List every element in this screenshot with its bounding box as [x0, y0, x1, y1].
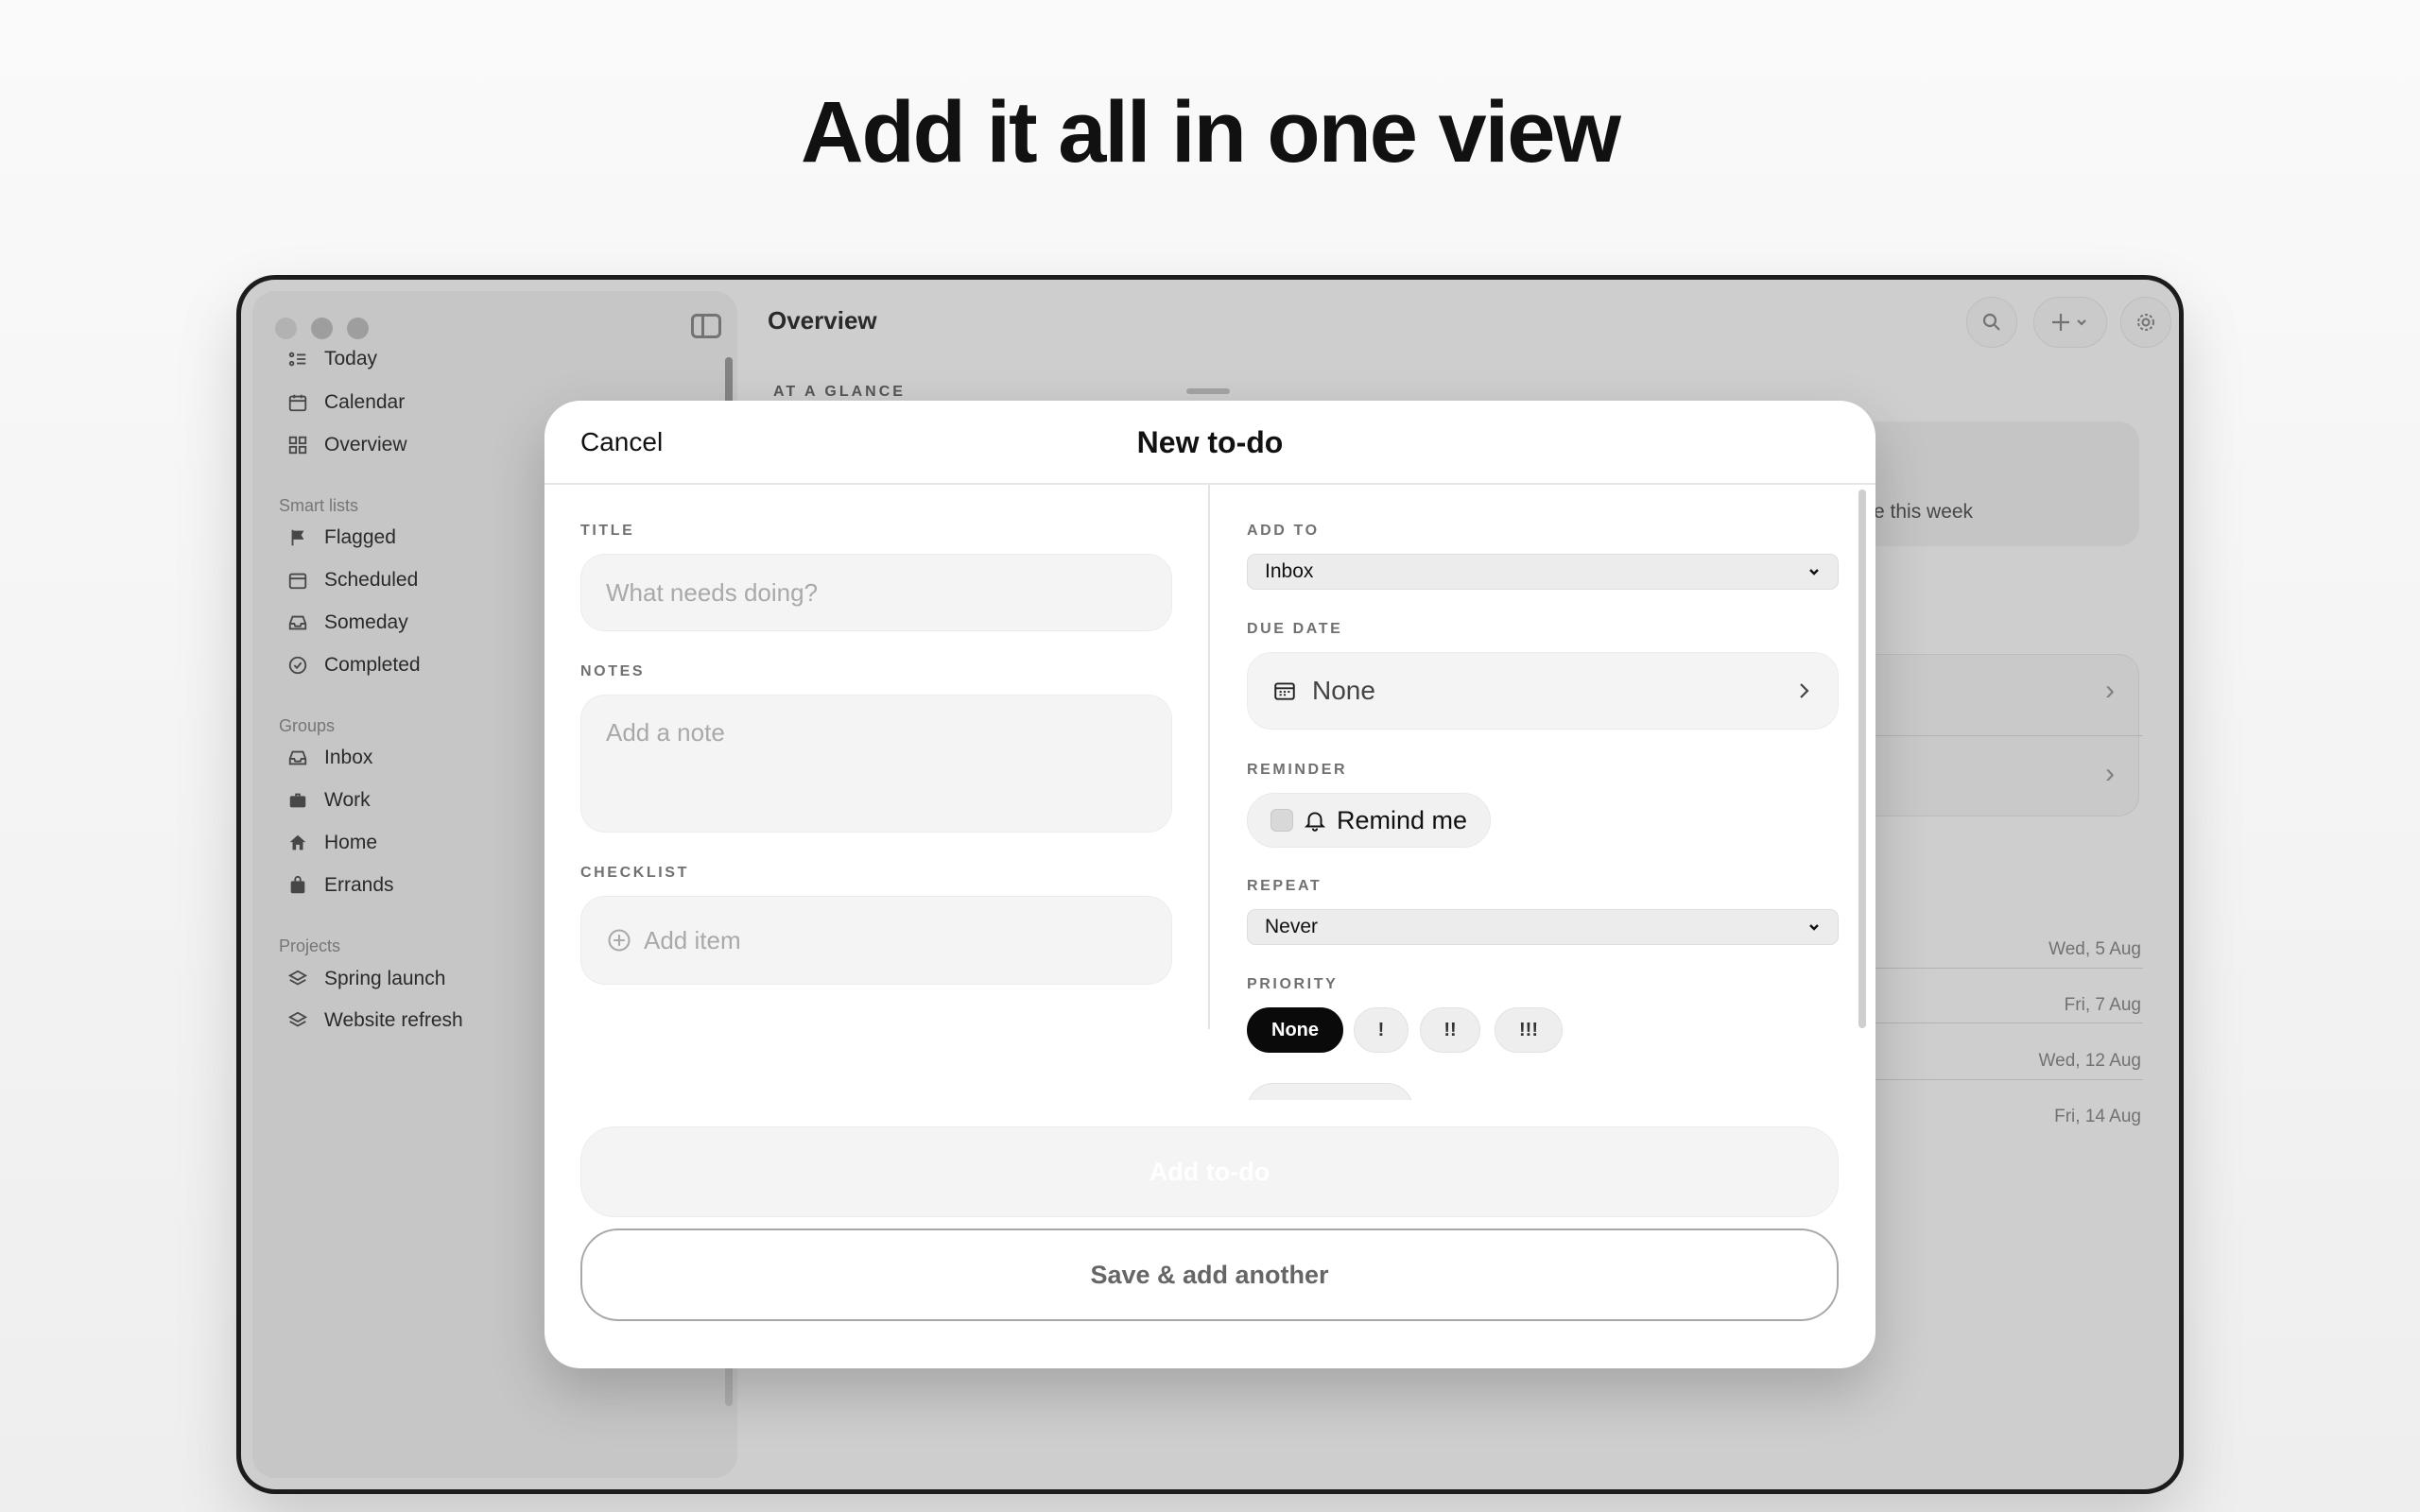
priority-label: PRIORITY: [1247, 976, 1339, 992]
add-item-label: Add item: [644, 925, 741, 954]
priority-medium-button[interactable]: !!: [1420, 1007, 1480, 1053]
add-to-label: ADD TO: [1247, 523, 1320, 539]
chevron-right-icon: [1800, 683, 1809, 698]
scroll-clip: [1209, 1100, 1876, 1119]
save-and-add-another-button[interactable]: Save & add another: [580, 1228, 1839, 1321]
due-date-label: DUE DATE: [1247, 621, 1343, 637]
cancel-button[interactable]: Cancel: [580, 427, 663, 457]
notes-label: NOTES: [580, 663, 646, 679]
add-checklist-item-button[interactable]: Add item: [580, 896, 1172, 985]
checklist-label: CHECKLIST: [580, 865, 689, 881]
new-todo-dialog: Cancel New to-do TITLE NOTES CHECKLIST A…: [544, 401, 1876, 1368]
reminder-value: Remind me: [1337, 805, 1468, 834]
dialog-scrollbar[interactable]: [1858, 490, 1866, 1028]
title-label: TITLE: [580, 523, 635, 539]
repeat-select[interactable]: Never: [1247, 909, 1839, 945]
plus-circle-icon: [608, 929, 631, 952]
calendar-icon: [1274, 682, 1295, 700]
chevron-down-icon: [1809, 924, 1819, 931]
bell-icon: [1304, 812, 1326, 832]
priority-none-button[interactable]: None: [1247, 1007, 1343, 1053]
add-to-value: Inbox: [1265, 560, 1314, 582]
reminder-checkbox[interactable]: [1270, 809, 1293, 832]
remind-me-toggle[interactable]: Remind me: [1247, 793, 1491, 848]
chevron-down-icon: [1809, 569, 1819, 576]
priority-high-button[interactable]: !!!: [1495, 1007, 1563, 1053]
column-divider: [1208, 485, 1210, 1029]
due-date-picker[interactable]: None: [1247, 652, 1839, 730]
repeat-value: Never: [1265, 916, 1319, 937]
page-headline: Add it all in one view: [801, 84, 1621, 180]
reminder-label: REMINDER: [1247, 762, 1348, 778]
add-todo-button[interactable]: Add to-do: [580, 1126, 1839, 1217]
add-to-select[interactable]: Inbox: [1247, 554, 1839, 590]
priority-low-button[interactable]: !: [1354, 1007, 1409, 1053]
dialog-header: Cancel New to-do: [544, 401, 1876, 485]
due-date-value: None: [1312, 676, 1375, 705]
notes-field[interactable]: [580, 695, 1172, 833]
dialog-title: New to-do: [1136, 425, 1284, 459]
repeat-label: REPEAT: [1247, 878, 1322, 894]
title-input[interactable]: [580, 554, 1172, 631]
